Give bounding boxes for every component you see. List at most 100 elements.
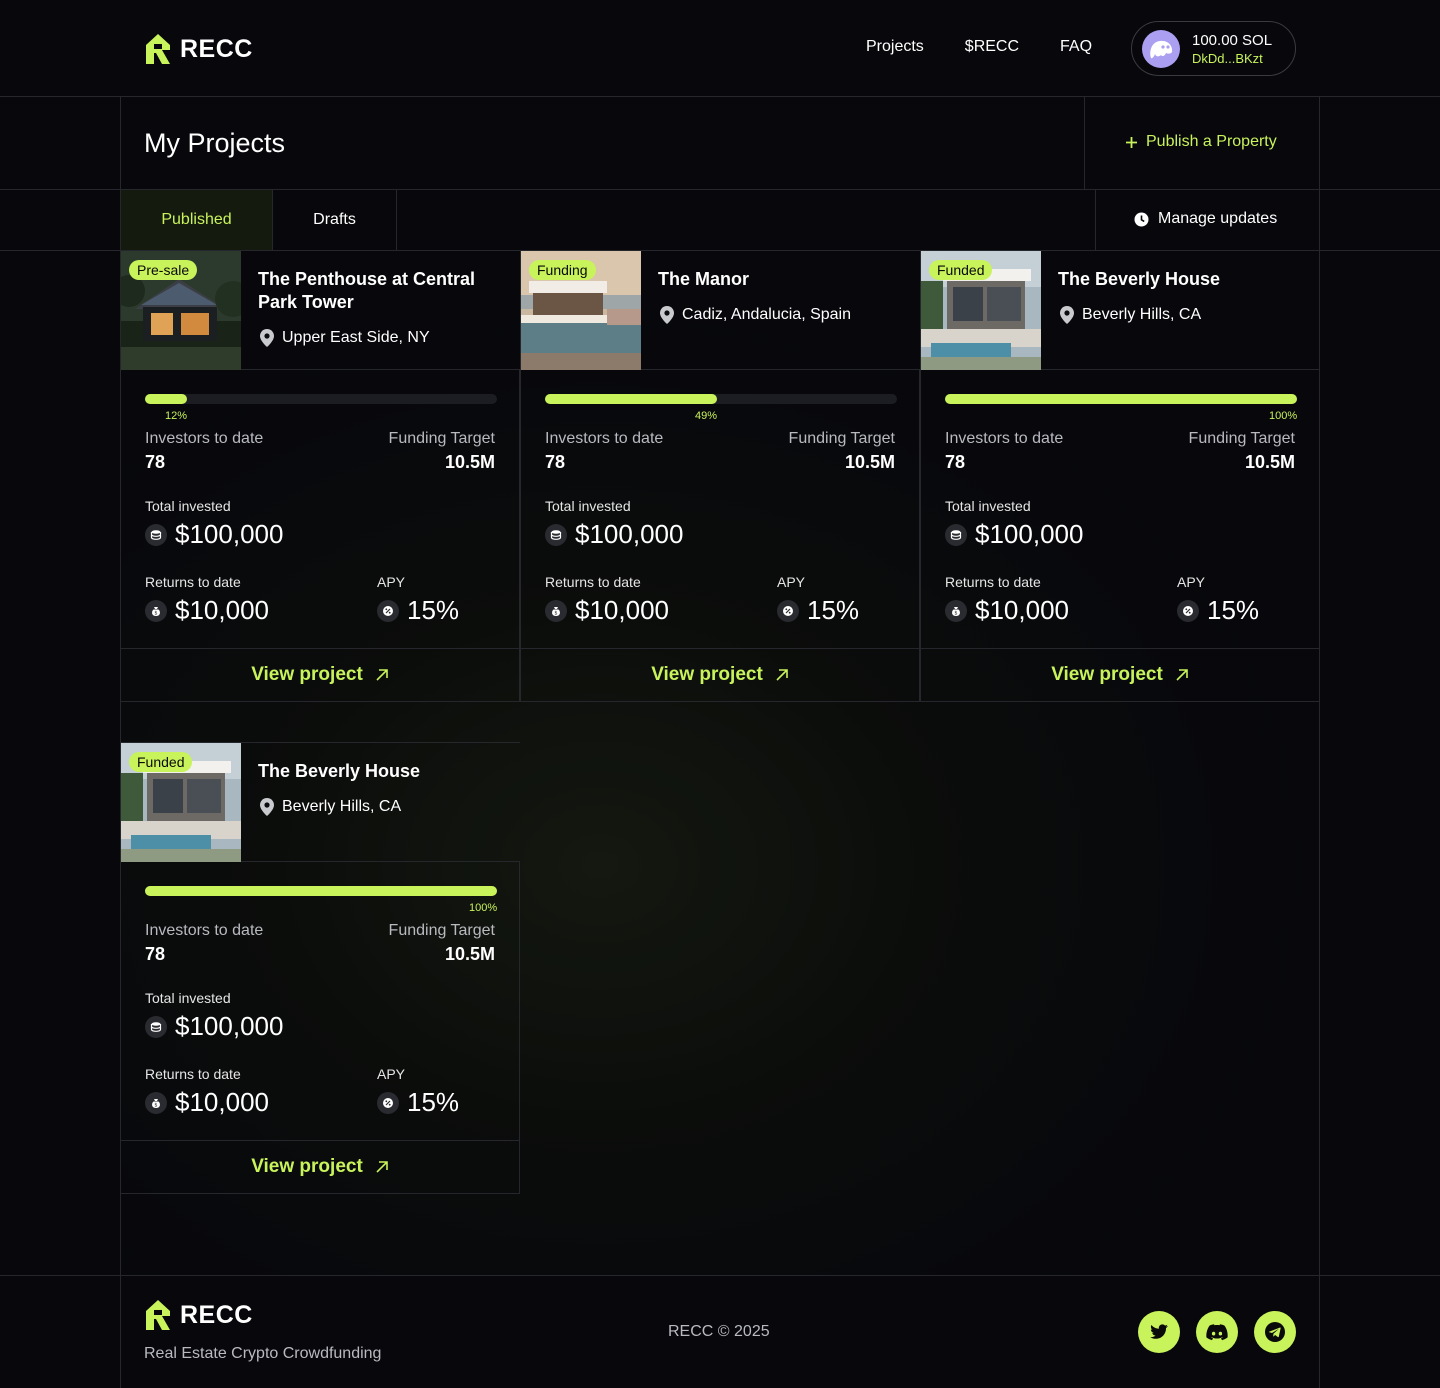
wallet-balance: 100.00 SOL <box>1192 31 1273 49</box>
funding-progress-label: 100% <box>469 902 498 914</box>
funding-target-value: 10.5M <box>1244 452 1295 472</box>
project-title: The Beverly House <box>1058 269 1221 289</box>
funding-target-value: 10.5M <box>444 452 495 472</box>
location-pin-icon <box>260 798 274 816</box>
nav-recc-token[interactable]: $RECC <box>965 38 1019 56</box>
tab-published[interactable]: Published <box>121 190 272 250</box>
returns-label: Returns to date <box>145 574 241 590</box>
divider <box>396 189 397 250</box>
twitter-link[interactable] <box>1138 1311 1180 1353</box>
funding-target-value: 10.5M <box>444 944 495 964</box>
plus-icon <box>1126 136 1137 148</box>
project-card: Funding The Manor Cadiz, Andalucia, Spai… <box>520 250 920 702</box>
location-text: Beverly Hills, CA <box>282 798 402 815</box>
funding-progress-fill <box>545 394 717 404</box>
funding-progress-label: 49% <box>695 410 718 422</box>
funding-progress-fill <box>145 886 497 896</box>
status-badge: Pre-sale <box>129 260 198 280</box>
project-card-body: 100% Investors to date 78 Funding Target… <box>120 862 520 1140</box>
wallet-button[interactable]: 100.00 SOL DkDd...BKzt <box>1131 21 1296 76</box>
telegram-link[interactable] <box>1254 1311 1296 1353</box>
manage-updates-label: Manage updates <box>1158 210 1278 227</box>
svg-text:$: $ <box>554 610 557 616</box>
telegram-icon <box>1265 1322 1285 1342</box>
arrow-up-right-icon <box>1176 669 1188 681</box>
returns-label: Returns to date <box>545 574 641 590</box>
header-logo[interactable]: RECC <box>144 33 253 65</box>
percent-badge-icon <box>377 1091 399 1114</box>
recc-logo-icon <box>146 1300 170 1330</box>
property-image: Funded <box>921 251 1041 370</box>
manage-updates-button[interactable]: Manage updates <box>1134 210 1277 228</box>
svg-text:$: $ <box>154 1102 157 1108</box>
project-title: The Manor <box>658 269 750 289</box>
arrow-up-right-icon <box>376 669 388 681</box>
total-invested-value: $100,000 <box>175 1011 284 1041</box>
view-project-label: View project <box>1051 664 1163 685</box>
property-image: Funded <box>121 743 241 862</box>
percent-badge-icon <box>377 599 399 622</box>
location-text: Beverly Hills, CA <box>1082 306 1202 323</box>
funding-progress-bar <box>545 394 897 404</box>
apy-label: APY <box>377 574 406 590</box>
total-invested-label: Total invested <box>145 498 231 514</box>
discord-icon <box>1206 1323 1228 1340</box>
wallet-address: DkDd...BKzt <box>1192 50 1263 66</box>
divider <box>1084 96 1085 190</box>
funding-target-label: Funding Target <box>388 922 495 939</box>
phantom-ghost-icon <box>1142 29 1180 68</box>
view-project-button[interactable]: View project <box>120 648 520 702</box>
project-location: Cadiz, Andalucia, Spain <box>660 306 851 324</box>
percent-badge-icon <box>1177 599 1199 622</box>
clock-icon <box>1134 212 1149 226</box>
investors-label: Investors to date <box>145 430 264 447</box>
view-project-label: View project <box>251 1156 363 1177</box>
tab-drafts[interactable]: Drafts <box>273 190 396 250</box>
location-text: Cadiz, Andalucia, Spain <box>682 306 851 323</box>
project-card-header: Funding The Manor Cadiz, Andalucia, Spai… <box>520 250 920 370</box>
returns-label: Returns to date <box>145 1066 241 1082</box>
funding-progress-bar <box>945 394 1297 404</box>
publish-label: Publish a Property <box>1146 133 1277 150</box>
nav-projects[interactable]: Projects <box>866 38 924 56</box>
returns-value: $10,000 <box>175 1087 269 1117</box>
nav-faq[interactable]: FAQ <box>1060 38 1092 56</box>
footer-copyright: RECC © 2025 <box>668 1323 770 1340</box>
investors-label: Investors to date <box>945 430 1064 447</box>
total-invested: $100,000 <box>145 519 283 550</box>
status-badge: Funded <box>129 752 193 772</box>
view-project-button[interactable]: View project <box>120 1140 520 1194</box>
view-project-button[interactable]: View project <box>920 648 1320 702</box>
returns: $ $10,000 <box>145 1087 269 1118</box>
funding-progress-bar <box>145 886 497 896</box>
project-location: Beverly Hills, CA <box>1060 306 1201 324</box>
coins-icon <box>545 523 567 546</box>
investors-label: Investors to date <box>145 922 264 939</box>
apy-value: 15% <box>807 595 860 625</box>
apy-value: 15% <box>1207 595 1260 625</box>
returns: $ $10,000 <box>145 595 269 626</box>
property-image: Funding <box>521 251 641 370</box>
footer-logo-text: RECC <box>180 1300 253 1329</box>
location-pin-icon <box>1060 306 1074 324</box>
project-card: Funded The Beverly House Beverly Hills, … <box>120 742 520 1194</box>
total-invested-label: Total invested <box>545 498 631 514</box>
project-location: Upper East Side, NY <box>260 329 430 347</box>
funding-progress-fill <box>945 394 1297 404</box>
svg-text:$: $ <box>954 610 957 616</box>
project-card-body: 49% Investors to date 78 Funding Target … <box>520 370 920 648</box>
recc-logo-icon <box>146 34 170 64</box>
investors-value: 78 <box>145 944 166 964</box>
apy: 15% <box>1177 595 1259 626</box>
page-title: My Projects <box>144 128 286 158</box>
returns-label: Returns to date <box>945 574 1041 590</box>
total-invested-value: $100,000 <box>575 519 684 549</box>
publish-property-button[interactable]: Publish a Property <box>1125 133 1277 151</box>
discord-link[interactable] <box>1196 1311 1238 1353</box>
twitter-icon <box>1150 1323 1168 1339</box>
money-bag-icon: $ <box>545 599 567 622</box>
project-card: Pre-sale The Penthouse at Central Park T… <box>120 250 520 702</box>
footer-logo[interactable]: RECC <box>144 1299 253 1331</box>
view-project-button[interactable]: View project <box>520 648 920 702</box>
project-card-body: 100% Investors to date 78 Funding Target… <box>920 370 1320 648</box>
